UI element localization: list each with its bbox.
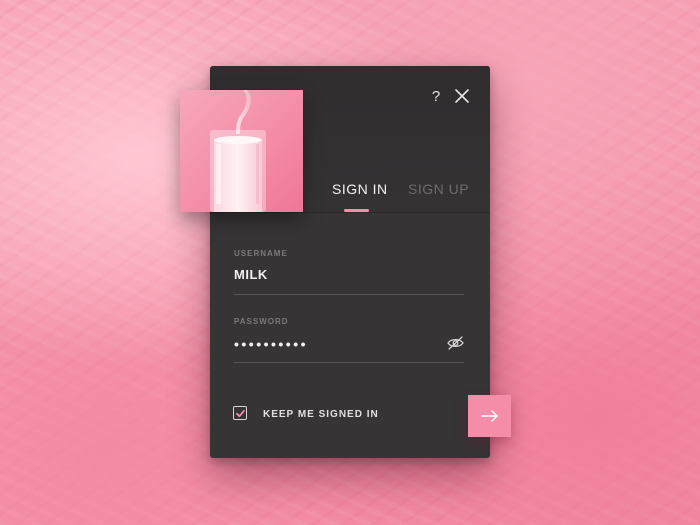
active-tab-indicator [344, 209, 369, 212]
username-label: USERNAME [234, 249, 288, 258]
toggle-password-visibility-button[interactable] [447, 336, 464, 350]
username-underline [234, 294, 464, 295]
close-button[interactable] [454, 88, 470, 104]
milk-glass-illustration [210, 90, 266, 212]
keep-signed-in-checkbox[interactable] [233, 406, 247, 420]
tab-sign-up[interactable]: SIGN UP [408, 181, 469, 197]
check-icon [235, 409, 245, 417]
password-underline [234, 362, 464, 363]
eye-hidden-icon [447, 336, 464, 350]
milk-glass-image [180, 90, 303, 212]
password-label: PASSWORD [234, 317, 289, 326]
help-button[interactable]: ? [429, 88, 443, 106]
close-icon [455, 89, 469, 103]
username-input[interactable]: MILK [234, 267, 268, 282]
tab-sign-in[interactable]: SIGN IN [332, 181, 388, 197]
keep-signed-in-label: KEEP ME SIGNED IN [263, 409, 379, 420]
arrow-right-icon [481, 410, 498, 422]
submit-button[interactable] [468, 395, 511, 437]
password-input[interactable]: •••••••••• [234, 336, 308, 352]
